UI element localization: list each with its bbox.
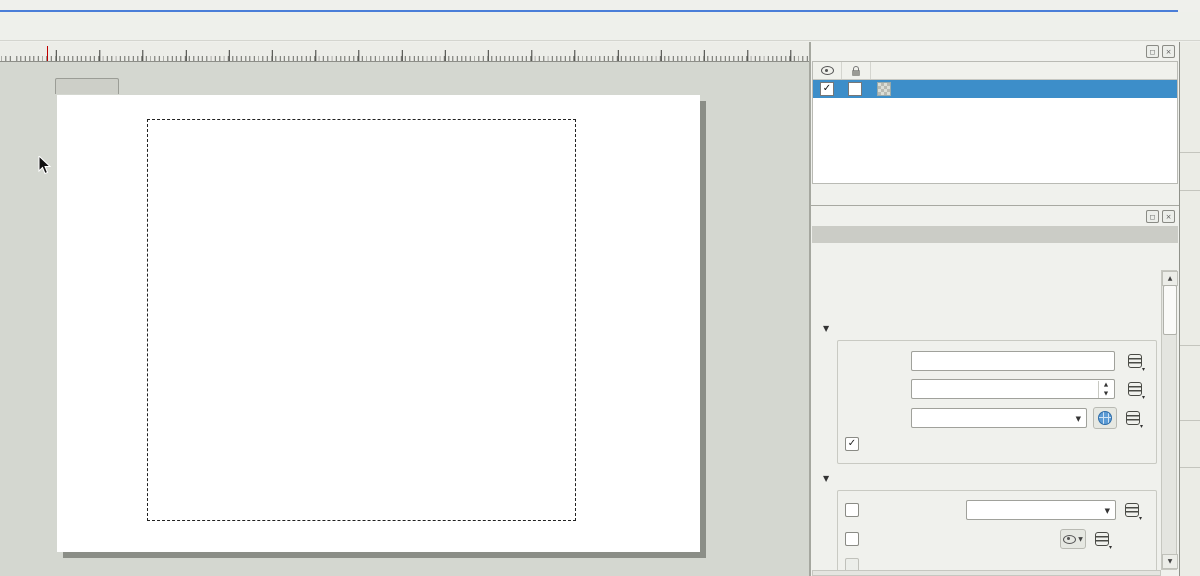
select-crs-button[interactable] xyxy=(1093,407,1117,429)
draw-canvas-items-checkbox[interactable]: ✓ xyxy=(845,437,859,451)
rotation-spinbox[interactable]: ▲▼ xyxy=(911,379,1115,399)
rotation-row: ▲▼ xyxy=(847,379,1147,399)
globe-icon xyxy=(1098,411,1112,425)
map-thumbnail-icon xyxy=(877,82,891,96)
selected-item-header xyxy=(812,226,1178,243)
panel-tabbar xyxy=(811,185,1179,206)
spinner-arrows-icon[interactable]: ▲▼ xyxy=(1098,381,1113,398)
items-table-header xyxy=(813,62,1177,80)
items-table: ✓ xyxy=(812,61,1178,184)
items-panel-titlebar: ◻ × xyxy=(811,42,1179,60)
scale-row xyxy=(847,351,1147,371)
rotation-override-button[interactable] xyxy=(1125,379,1145,399)
items-panel-close-icon[interactable]: × xyxy=(1162,45,1175,58)
page-tab xyxy=(55,78,119,94)
mouse-cursor xyxy=(38,156,52,176)
lock-column-lock-icon xyxy=(842,62,871,79)
horizontal-scrollbar[interactable] xyxy=(812,570,1161,576)
follow-theme-row: ▼ xyxy=(845,500,1151,520)
lock-layers-checkbox[interactable] xyxy=(845,532,859,546)
items-panel-float-icon[interactable]: ◻ xyxy=(1146,45,1159,58)
lock-layers-override-button[interactable] xyxy=(1092,529,1112,549)
item-row-map1[interactable]: ✓ xyxy=(813,80,1177,98)
background-window-strip xyxy=(1179,42,1200,576)
right-panel: ◻ × ✓ ◻ × ▼ xyxy=(811,42,1179,576)
section-layers[interactable]: ▼ xyxy=(823,474,837,483)
chevron-down-icon: ▼ xyxy=(1076,415,1081,423)
properties-panel-float-icon[interactable]: ◻ xyxy=(1146,210,1159,223)
ruler-major-ticks xyxy=(0,50,810,61)
eye-icon xyxy=(1063,535,1076,544)
follow-map-theme-checkbox[interactable] xyxy=(845,503,859,517)
scrollbar-thumb[interactable] xyxy=(1163,285,1177,335)
scroll-down-icon[interactable]: ▼ xyxy=(1162,554,1178,569)
visibility-presets-button[interactable]: ▼ xyxy=(1060,529,1086,549)
override-icon xyxy=(1128,354,1142,368)
map-properties-toolbar xyxy=(813,245,1163,267)
draw-canvas-items-row: ✓ xyxy=(845,437,866,451)
map-item[interactable] xyxy=(148,120,575,520)
visibility-column-eye-icon xyxy=(813,62,842,79)
crs-row: ▼ xyxy=(847,407,1147,429)
scroll-up-icon[interactable]: ▲ xyxy=(1162,271,1178,286)
lock-styles-row xyxy=(845,558,866,570)
lock-styles-checkbox[interactable] xyxy=(845,558,859,570)
crs-override-button[interactable] xyxy=(1123,408,1143,428)
section-main-properties[interactable]: ▼ xyxy=(823,324,837,333)
lock-layers-row: ▼ xyxy=(845,529,1151,549)
chevron-down-icon: ▼ xyxy=(1105,507,1110,515)
override-icon xyxy=(1126,411,1140,425)
visibility-checkbox[interactable]: ✓ xyxy=(820,82,834,96)
properties-scroll-area: ▼ ▲▼ ▼ ✓ xyxy=(811,270,1160,570)
layout-canvas[interactable] xyxy=(0,62,810,576)
main-toolbar xyxy=(0,12,1200,41)
map-theme-combobox[interactable]: ▼ xyxy=(966,500,1116,520)
vertical-scrollbar[interactable]: ▲ ▼ xyxy=(1161,270,1177,570)
scale-input[interactable] xyxy=(911,351,1115,371)
override-icon xyxy=(1125,503,1139,517)
scale-override-button[interactable] xyxy=(1125,351,1145,371)
ruler-cursor-marker xyxy=(47,46,48,61)
collapse-triangle-icon: ▼ xyxy=(823,474,829,483)
horizontal-ruler xyxy=(0,42,810,62)
menu-bar xyxy=(0,0,1200,8)
override-icon xyxy=(1095,532,1109,546)
properties-panel-close-icon[interactable]: × xyxy=(1162,210,1175,223)
properties-panel-titlebar: ◻ × xyxy=(811,207,1179,225)
lock-checkbox[interactable] xyxy=(848,82,862,96)
override-icon xyxy=(1128,382,1142,396)
item-column-header xyxy=(871,62,1177,79)
crs-combobox[interactable]: ▼ xyxy=(911,408,1087,428)
follow-theme-override-button[interactable] xyxy=(1122,500,1142,520)
collapse-triangle-icon: ▼ xyxy=(823,324,829,333)
